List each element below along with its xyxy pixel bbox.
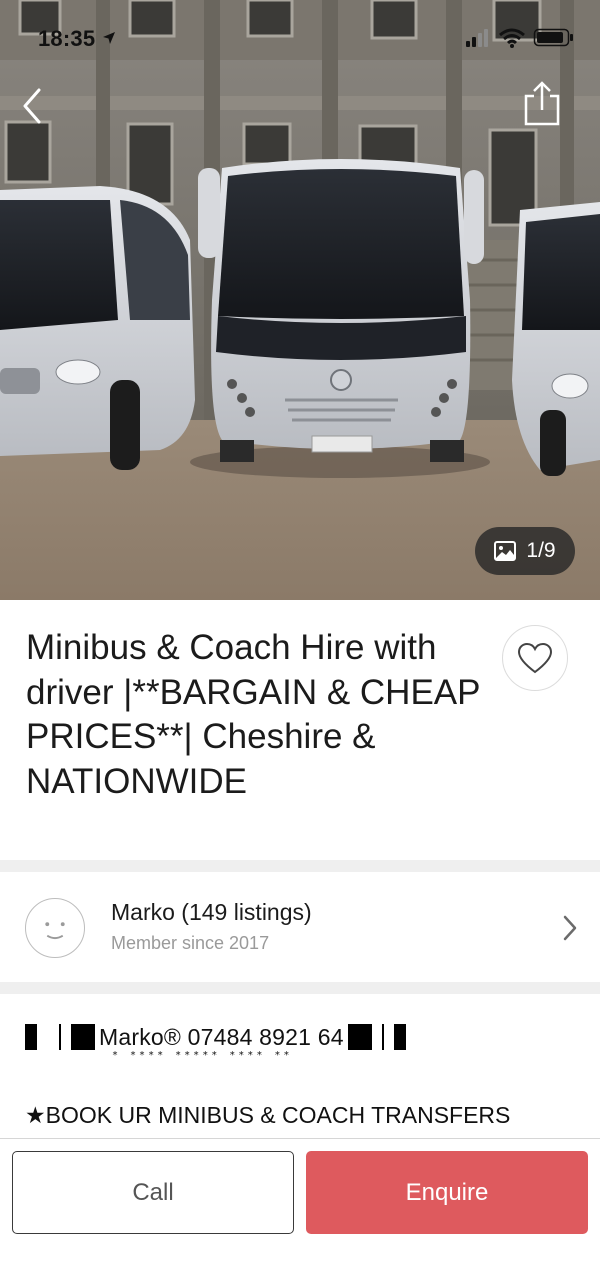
divider-symbol [381,1024,384,1050]
signal-icon [466,29,488,47]
favourite-button[interactable] [502,625,568,691]
description-stars-decoration: * **** ***** **** ** [112,1050,293,1061]
description-contact-line: Marko® 07484 8921 64 [25,1022,406,1052]
listing-photo[interactable]: 18:35 1/9 [0,0,600,600]
share-button[interactable] [522,80,562,128]
heart-icon [517,642,553,674]
chevron-right-icon [563,915,577,941]
status-time-text: 18:35 [38,26,96,51]
listing-title: Minibus & Coach Hire with driver |**BARG… [26,628,480,801]
description-line: ★BOOK UR MINIBUS & COACH TRANSFERS [25,1102,511,1128]
photo-counter-text: 1/9 [526,539,556,562]
image-icon [494,541,517,561]
wifi-icon [499,28,525,48]
section-divider [0,982,600,994]
enquire-button[interactable]: Enquire [306,1151,588,1234]
location-arrow-icon [102,32,115,44]
seller-member-since: Member since 2017 [111,933,270,953]
status-bar: 18:35 [0,0,600,76]
photo-counter-badge[interactable]: 1/9 [475,527,575,575]
black-block-symbol [71,1024,95,1050]
seller-row[interactable]: Marko (149 listings) Member since 2017 [0,872,600,982]
share-icon [524,81,560,126]
section-divider [0,860,600,872]
divider-symbol [59,1024,61,1050]
avatar [25,898,85,958]
black-block-symbol [393,1024,406,1050]
black-block-symbol [347,1024,372,1050]
listing-header: Minibus & Coach Hire with driver |**BARG… [0,600,600,860]
black-block-symbol [25,1024,37,1050]
coach-photo [0,0,600,600]
description-contact-text: Marko® 07484 8921 64 [99,1023,344,1050]
status-icons [466,28,573,48]
action-bar: Call Enquire [0,1138,600,1277]
listing-description: Marko® 07484 8921 64 * **** ***** **** *… [0,994,600,1138]
back-button[interactable] [14,84,50,128]
battery-icon [533,28,573,47]
seller-name: Marko (149 listings) [111,899,312,925]
chevron-left-icon [23,88,41,124]
call-button[interactable]: Call [12,1151,294,1234]
status-time: 18:35 [38,26,116,52]
